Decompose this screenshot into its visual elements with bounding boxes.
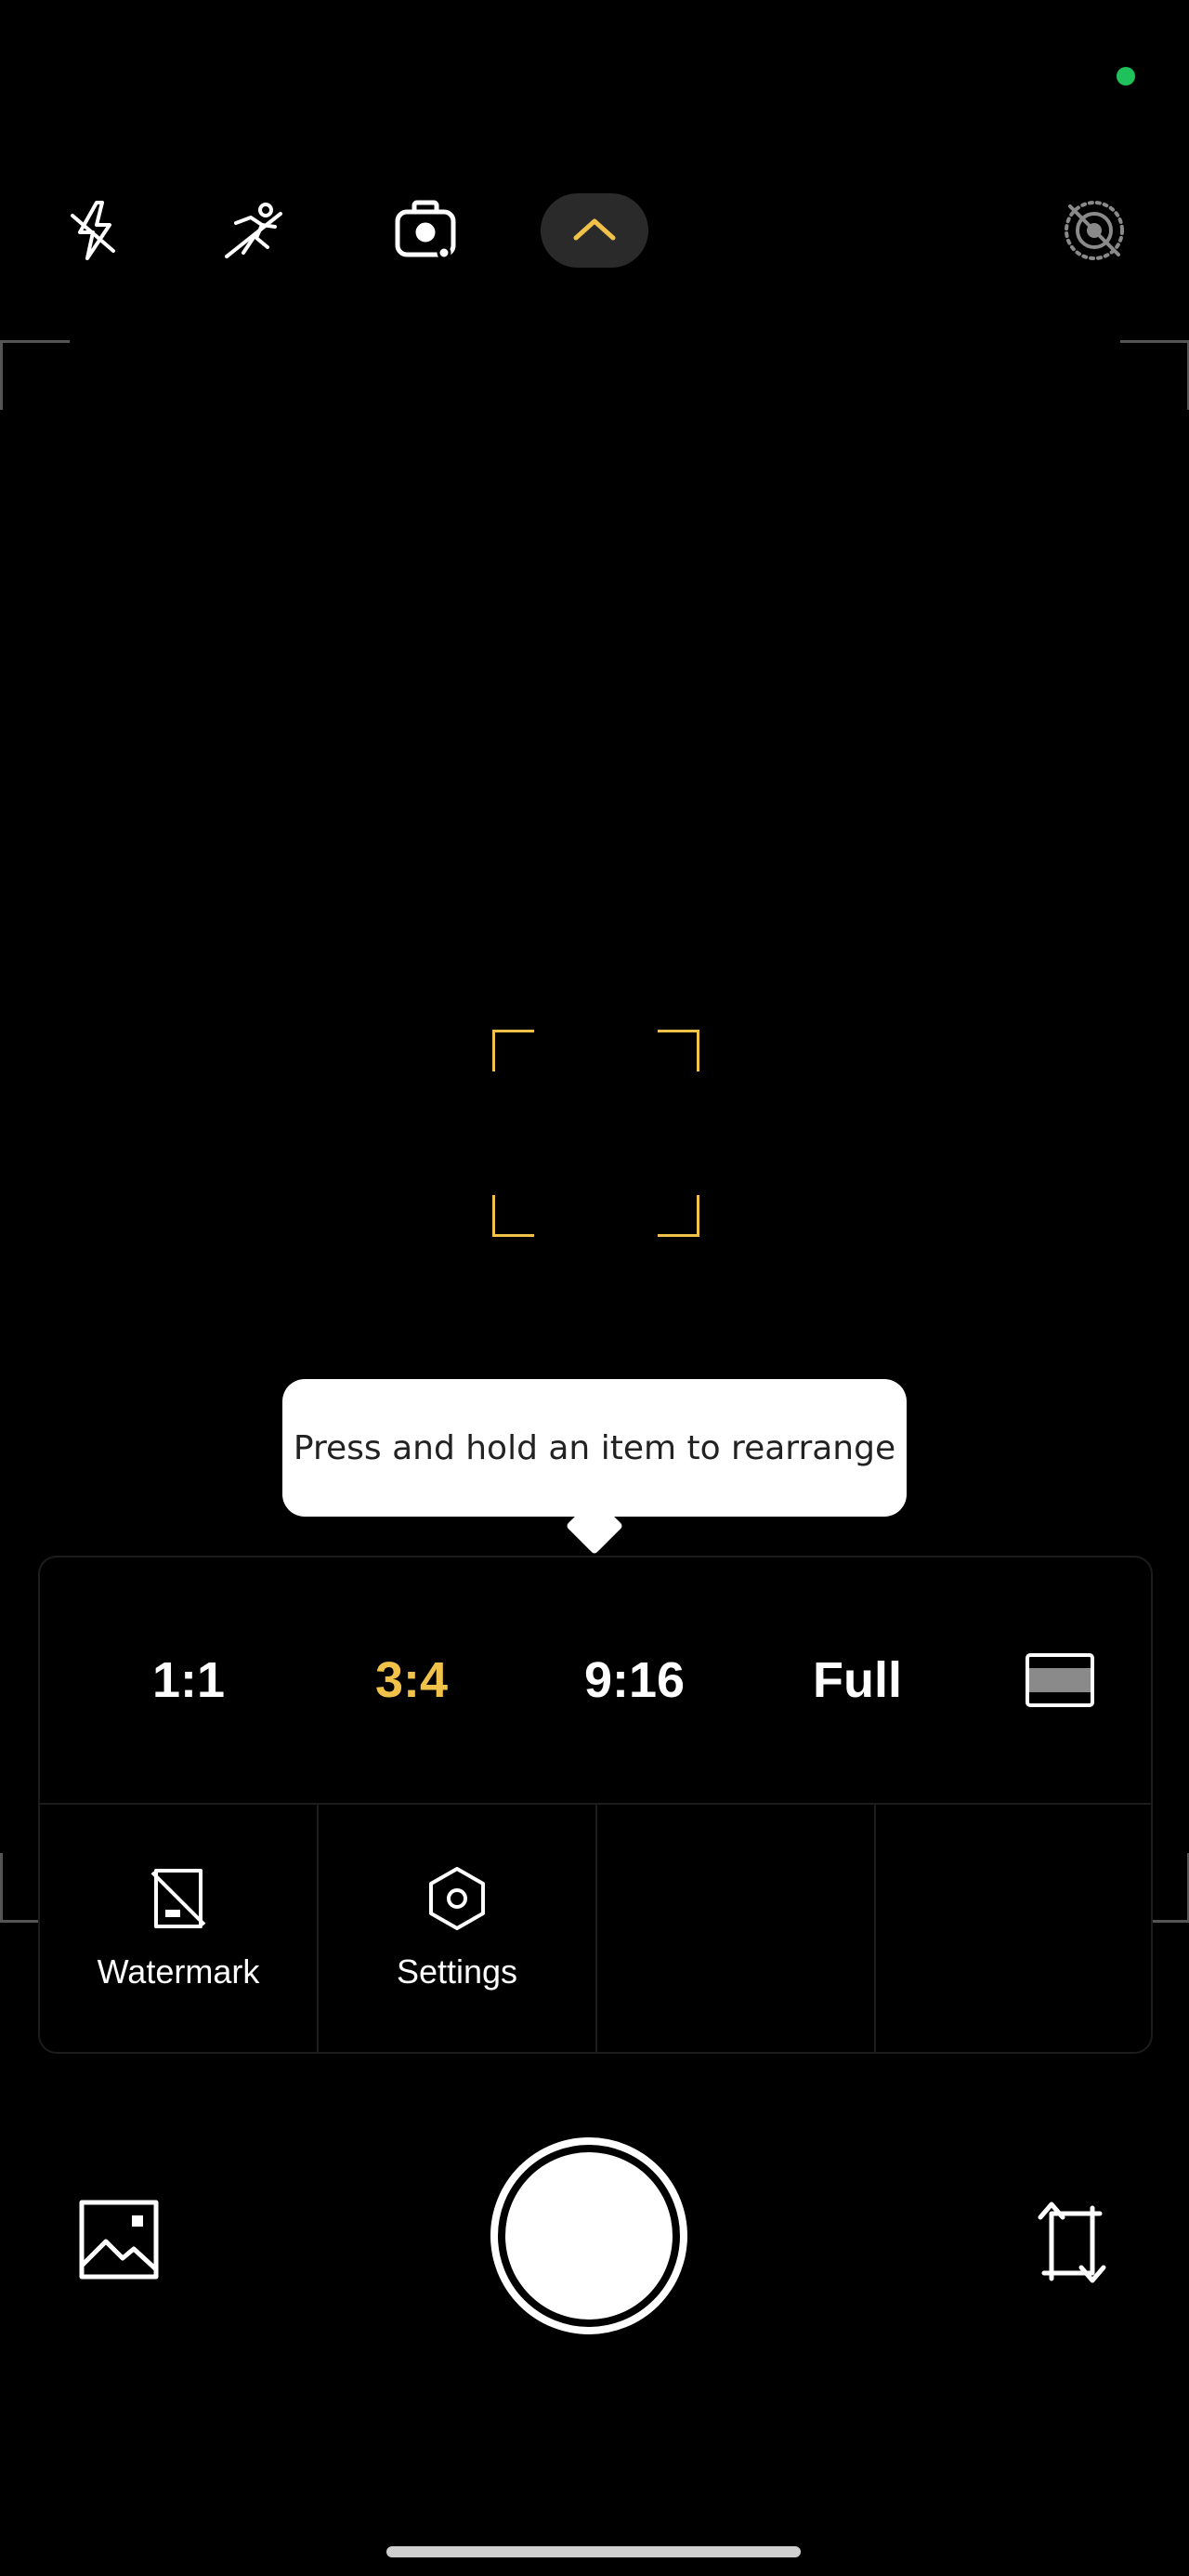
- settings-button[interactable]: Settings: [319, 1805, 597, 2052]
- rearrange-tooltip: Press and hold an item to rearrange: [282, 1379, 907, 1517]
- letterbox-ratio-option[interactable]: [969, 1557, 1151, 1803]
- switch-camera-icon: [1038, 2201, 1106, 2283]
- watermark-button[interactable]: Watermark: [40, 1805, 319, 2052]
- frame-corner-top-right: [1120, 340, 1189, 410]
- camera-mode-icon[interactable]: [381, 186, 470, 275]
- empty-tool-slot: [876, 1805, 1151, 2052]
- settings-label: Settings: [396, 1952, 518, 1991]
- tooltip-text: Press and hold an item to rearrange: [293, 1428, 896, 1467]
- focus-corner-bottom-right: [658, 1195, 699, 1237]
- live-photo-off-icon[interactable]: [1050, 186, 1139, 275]
- switch-camera-button[interactable]: [1026, 2197, 1118, 2290]
- focus-corner-top-left: [492, 1030, 534, 1071]
- empty-tool-slot: [597, 1805, 876, 2052]
- settings-icon: [429, 1867, 485, 1930]
- privacy-indicator-dot: [1117, 67, 1135, 85]
- focus-corner-top-right: [658, 1030, 699, 1071]
- ratio-1-1-option[interactable]: 1:1: [77, 1557, 300, 1803]
- motion-off-icon[interactable]: [210, 186, 299, 275]
- watermark-icon: [150, 1869, 206, 1928]
- watermark-label: Watermark: [97, 1952, 260, 1991]
- shutter-inner: [505, 2152, 673, 2320]
- aspect-ratio-row: 1:1 3:4 9:16 Full: [40, 1557, 1151, 1805]
- quick-settings-panel: 1:1 3:4 9:16 Full Watermark Settings: [38, 1556, 1153, 2054]
- home-indicator[interactable]: [386, 2546, 801, 2557]
- gallery-button[interactable]: [76, 2197, 162, 2282]
- tools-row: Watermark Settings: [40, 1805, 1151, 2052]
- focus-corner-bottom-left: [492, 1195, 534, 1237]
- frame-corner-top-left: [0, 340, 70, 410]
- ratio-9-16-option[interactable]: 9:16: [523, 1557, 746, 1803]
- letterbox-icon: [1026, 1653, 1094, 1707]
- gallery-icon: [79, 2200, 159, 2280]
- shutter-button[interactable]: [490, 2137, 687, 2334]
- flash-off-icon[interactable]: [50, 186, 139, 275]
- expand-menu-button[interactable]: [541, 193, 648, 268]
- chevron-up-icon: [573, 218, 616, 241]
- ratio-full-option[interactable]: Full: [746, 1557, 969, 1803]
- ratio-3-4-option[interactable]: 3:4: [300, 1557, 523, 1803]
